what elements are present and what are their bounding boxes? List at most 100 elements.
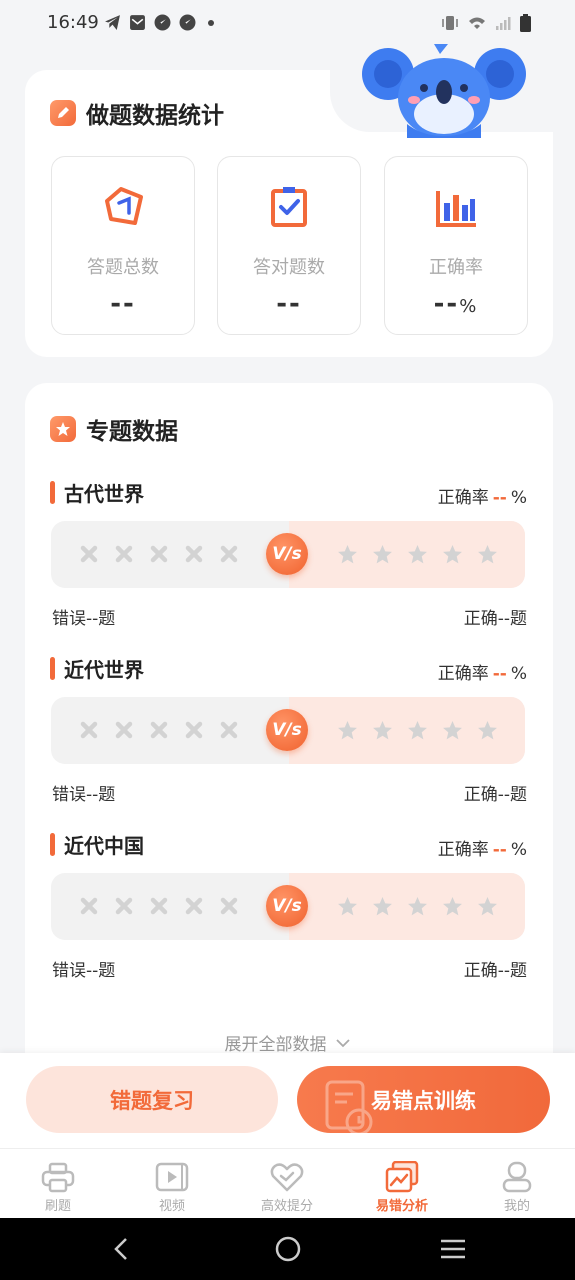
wifi-icon — [469, 17, 485, 29]
expand-label: 展开全部数据 — [224, 1035, 327, 1055]
stats-title-text: 做题数据统计 — [86, 103, 224, 129]
x-icon — [185, 721, 203, 739]
topic-accent-bar — [50, 481, 55, 504]
topic-rate: 正确率 --% — [437, 840, 527, 860]
tab-mine[interactable]: 我的 — [467, 1149, 567, 1219]
error-prone-training-button[interactable]: 易错点训练 — [297, 1066, 550, 1133]
topic-name-text: 近代中国 — [64, 834, 144, 858]
more-notifications-dot — [208, 19, 214, 26]
koala-mascot-icon — [362, 44, 526, 138]
tab-score-boost[interactable]: 高效提分 — [237, 1149, 337, 1219]
topic-rate: 正确率 --% — [437, 664, 527, 684]
x-icon — [150, 897, 168, 915]
pencil-badge-icon — [50, 100, 76, 126]
train-button-label: 易错点训练 — [371, 1088, 476, 1113]
wrong-question-review-button[interactable]: 错题复习 — [26, 1066, 278, 1133]
star-icon — [478, 545, 497, 564]
x-icon — [115, 545, 133, 563]
star-icon — [338, 897, 357, 916]
topics-title-text: 专题数据 — [86, 419, 178, 445]
status-time: 16:49 — [47, 12, 99, 33]
star-icon — [338, 545, 357, 564]
x-icon — [150, 545, 168, 563]
tab-practice[interactable]: 刷题 — [8, 1149, 108, 1219]
vs-badge: V/s — [266, 885, 308, 927]
recents-menu-icon[interactable] — [439, 1235, 467, 1263]
topic-name-text: 近代世界 — [64, 658, 144, 682]
x-icon — [115, 721, 133, 739]
star-icon — [408, 897, 427, 916]
star-icon — [443, 721, 462, 740]
tab-video[interactable]: 视频 — [122, 1149, 222, 1219]
topic-wrong-count: 错误--题 — [52, 785, 116, 805]
stat-correct-count: 答对题数 -- — [217, 156, 361, 335]
x-icon — [80, 721, 98, 739]
status-system-icons — [441, 14, 531, 32]
star-icon — [408, 545, 427, 564]
topic-accent-bar — [50, 833, 55, 856]
system-navigation-bar — [0, 1218, 575, 1280]
star-icon — [373, 721, 392, 740]
printer-icon — [41, 1162, 75, 1193]
compass-icon — [154, 14, 171, 31]
tab-error-analysis[interactable]: 易错分析 — [352, 1149, 452, 1219]
tab-label: 高效提分 — [260, 1199, 313, 1214]
stat-value: -- — [110, 289, 136, 319]
stat-value: -- — [276, 289, 302, 319]
topic-name: 古代世界 — [50, 478, 144, 507]
star-icon — [373, 545, 392, 564]
stat-label: 答对题数 — [253, 257, 325, 278]
battery-icon — [520, 14, 531, 32]
x-icon — [150, 721, 168, 739]
topic-rate: 正确率 --% — [437, 488, 527, 508]
mail-icon — [130, 15, 145, 30]
x-icon — [80, 545, 98, 563]
expand-all-data-link[interactable]: 展开全部数据 — [0, 1030, 575, 1055]
x-icon — [185, 897, 203, 915]
topic-vs-bar: V/s — [51, 697, 525, 764]
cube-pencil-icon — [105, 187, 143, 225]
x-icon — [80, 897, 98, 915]
tab-label: 易错分析 — [375, 1199, 428, 1214]
clipboard-check-icon — [271, 187, 307, 227]
topic-accent-bar — [50, 657, 55, 680]
star-icon — [373, 897, 392, 916]
x-icon — [220, 545, 238, 563]
clipboard-clock-icon — [325, 1080, 373, 1133]
status-notification-icons — [104, 14, 214, 31]
star-icon — [443, 545, 462, 564]
review-button-label: 错题复习 — [110, 1088, 194, 1113]
compass-icon-2 — [179, 14, 196, 31]
topic-wrong-count: 错误--题 — [52, 609, 116, 629]
star-icon — [443, 897, 462, 916]
heart-check-icon — [270, 1163, 304, 1192]
stat-accuracy: 正确率 --% — [384, 156, 528, 335]
vs-badge: V/s — [266, 533, 308, 575]
person-icon — [502, 1161, 532, 1193]
stat-label: 答题总数 — [87, 257, 159, 278]
x-icon — [185, 545, 203, 563]
star-icon — [338, 721, 357, 740]
vibrate-icon — [442, 16, 458, 30]
stat-value: --% — [433, 289, 479, 319]
vs-badge: V/s — [266, 709, 308, 751]
back-icon[interactable] — [108, 1235, 136, 1263]
home-icon[interactable] — [274, 1235, 302, 1263]
bottom-tab-bar: 刷题 视频 高效提分 易错分析 我的 — [0, 1148, 575, 1218]
topics-section-title: 专题数据 — [50, 412, 178, 446]
topic-right-count: 正确--题 — [463, 961, 527, 981]
topic-right-count: 正确--题 — [463, 785, 527, 805]
signal-icon — [496, 17, 511, 30]
x-icon — [220, 721, 238, 739]
video-icon — [155, 1162, 189, 1192]
topic-name-text: 古代世界 — [64, 482, 144, 506]
topic-right-count: 正确--题 — [463, 609, 527, 629]
topic-wrong-count: 错误--题 — [52, 961, 116, 981]
topic-vs-bar: V/s — [51, 873, 525, 940]
tab-label: 我的 — [503, 1199, 530, 1214]
star-icon — [478, 897, 497, 916]
tab-label: 视频 — [158, 1199, 185, 1214]
telegram-icon — [105, 15, 120, 30]
star-icon — [408, 721, 427, 740]
x-icon — [220, 897, 238, 915]
